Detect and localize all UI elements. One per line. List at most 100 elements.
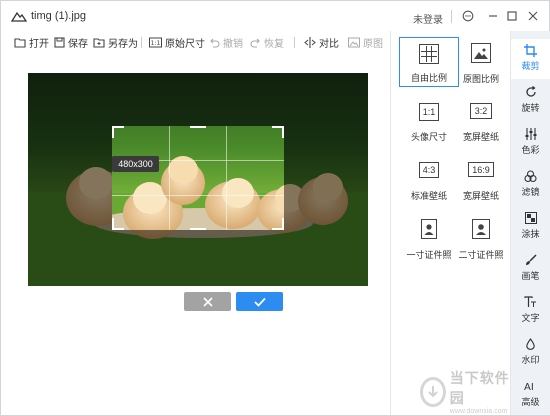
watermark-logo-icon — [420, 376, 446, 407]
undo-label: 撤销 — [223, 38, 243, 50]
ratio-two-inch-label: 二寸证件照 — [458, 250, 504, 260]
tab-brush[interactable]: 画笔 — [511, 249, 550, 289]
tab-color[interactable]: 色彩 — [511, 123, 550, 163]
original-size-button[interactable]: 1:1 原始尺寸 — [149, 34, 205, 50]
tab-smudge-label: 涂抹 — [521, 229, 540, 239]
tab-text-label: 文字 — [521, 313, 540, 323]
feedback-icon[interactable] — [461, 9, 475, 23]
ratio-4-3-icon: 4:3 — [419, 162, 439, 178]
compare-button[interactable]: 对比 — [304, 34, 339, 50]
ratio-4-3[interactable]: 4:3 标准壁纸 — [399, 154, 459, 204]
cancel-crop-button[interactable] — [184, 292, 231, 311]
image-icon — [348, 37, 360, 47]
brush-icon — [524, 253, 538, 267]
redo-icon — [250, 38, 260, 48]
crop-handle-top-left[interactable] — [112, 126, 124, 138]
crop-handle-bottom-right[interactable] — [272, 218, 284, 230]
title-separator — [451, 10, 452, 23]
crop-preview — [112, 126, 284, 230]
tab-brush-label: 画笔 — [521, 271, 540, 281]
login-link[interactable]: 未登录 — [413, 11, 443, 26]
close-icon — [202, 296, 213, 307]
original-image-label: 原图 — [363, 38, 383, 50]
tab-smudge[interactable]: 涂抹 — [511, 207, 550, 247]
redo-label: 恢复 — [264, 38, 284, 50]
rotate-icon — [524, 85, 538, 99]
save-as-label: 另存为 — [108, 38, 138, 50]
ratio-one-inch-id[interactable]: 一寸证件照 — [399, 213, 459, 263]
tab-rotate-label: 旋转 — [521, 103, 540, 113]
crop-grid-line — [112, 195, 284, 196]
open-label: 打开 — [29, 38, 49, 50]
ratio-4-3-label: 标准壁纸 — [410, 191, 447, 201]
crop-grid-line — [226, 126, 227, 230]
check-icon — [253, 297, 266, 307]
tab-color-label: 色彩 — [521, 145, 540, 155]
ratio-free[interactable]: 自由比例 — [399, 37, 459, 87]
close-icon[interactable] — [526, 9, 540, 23]
ratio-1-1-label: 头像尺寸 — [410, 132, 447, 142]
one-to-one-icon: 1:1 — [149, 37, 162, 47]
crop-handle-bottom-left[interactable] — [112, 218, 124, 230]
open-button[interactable]: 打开 — [14, 34, 49, 50]
ratio-3-2-icon: 3:2 — [470, 103, 492, 119]
original-image-button[interactable]: 原图 — [348, 34, 383, 50]
title-bar: timg (1).jpg 未登录 — [1, 1, 549, 31]
crop-handle-bottom[interactable] — [190, 228, 206, 230]
tab-watermark-label: 水印 — [521, 355, 540, 365]
svg-text:1:1: 1:1 — [151, 40, 161, 47]
advanced-icon: AI — [524, 379, 538, 393]
image-icon — [471, 43, 491, 63]
crop-selection[interactable] — [112, 126, 284, 230]
ratio-3-2-label: 宽屏壁纸 — [462, 132, 499, 142]
id-photo-icon — [421, 219, 437, 239]
crop-icon — [524, 43, 538, 57]
maximize-icon[interactable] — [505, 9, 519, 23]
confirm-crop-button[interactable] — [236, 292, 283, 311]
undo-icon — [210, 38, 220, 48]
redo-button[interactable]: 恢复 — [250, 34, 284, 50]
undo-button[interactable]: 撤销 — [209, 34, 243, 50]
drop-icon — [524, 337, 538, 351]
ratio-two-inch-id[interactable]: 二寸证件照 — [451, 213, 511, 263]
folder-open-icon — [14, 37, 26, 48]
tab-filter[interactable]: 滤镜 — [511, 165, 550, 205]
editor-window: timg (1).jpg 未登录 打开 保存 另存为 1:1 原始尺寸 撤销 恢… — [0, 0, 550, 416]
save-button[interactable]: 保存 — [54, 34, 88, 50]
minimize-icon[interactable] — [486, 9, 500, 23]
svg-text:AI: AI — [524, 382, 534, 392]
id-photo-icon — [472, 219, 490, 239]
sliders-icon — [524, 127, 538, 141]
ratio-16-9-icon: 16:9 — [468, 162, 494, 177]
watermark-url: www.downxia.com — [449, 408, 508, 415]
mosaic-icon — [524, 211, 538, 225]
tab-crop[interactable]: 裁剪 — [511, 39, 550, 79]
site-watermark: 当下软件园 www.downxia.com — [420, 368, 512, 415]
ratio-original[interactable]: 原图比例 — [451, 37, 511, 87]
tab-text[interactable]: 文字 — [511, 291, 550, 331]
save-as-icon — [93, 37, 105, 48]
save-as-button[interactable]: 另存为 — [93, 34, 138, 50]
ratio-one-inch-label: 一寸证件照 — [406, 250, 452, 260]
save-icon — [54, 36, 65, 48]
tab-filter-label: 滤镜 — [521, 187, 540, 197]
tab-advanced[interactable]: AI 高级 — [511, 375, 550, 415]
app-logo-icon — [11, 11, 27, 22]
toolbar: 打开 保存 另存为 1:1 原始尺寸 撤销 恢复 对比 原图 — [1, 31, 391, 53]
crop-handle-top-right[interactable] — [272, 126, 284, 138]
tab-advanced-label: 高级 — [521, 397, 540, 407]
ratio-1-1[interactable]: 1:1 头像尺寸 — [399, 95, 459, 145]
tab-watermark[interactable]: 水印 — [511, 333, 550, 373]
ratio-3-2[interactable]: 3:2 宽屏壁纸 — [451, 95, 511, 145]
tab-rotate[interactable]: 旋转 — [511, 81, 550, 121]
crop-size-tooltip: 480x300 — [112, 156, 159, 172]
watermark-title: 当下软件园 — [449, 370, 510, 406]
tool-tabs: 裁剪 旋转 色彩 滤镜 涂抹 画笔 文字 水印 AI 高级 — [510, 31, 550, 415]
crop-handle-top[interactable] — [190, 126, 206, 128]
original-size-label: 原始尺寸 — [165, 38, 205, 50]
ratio-original-label: 原图比例 — [462, 74, 499, 84]
ratio-free-label: 自由比例 — [410, 73, 447, 83]
toolbar-separator — [294, 37, 295, 48]
ratio-16-9[interactable]: 16:9 宽屏壁纸 — [451, 154, 511, 204]
toolbar-separator — [141, 37, 142, 48]
